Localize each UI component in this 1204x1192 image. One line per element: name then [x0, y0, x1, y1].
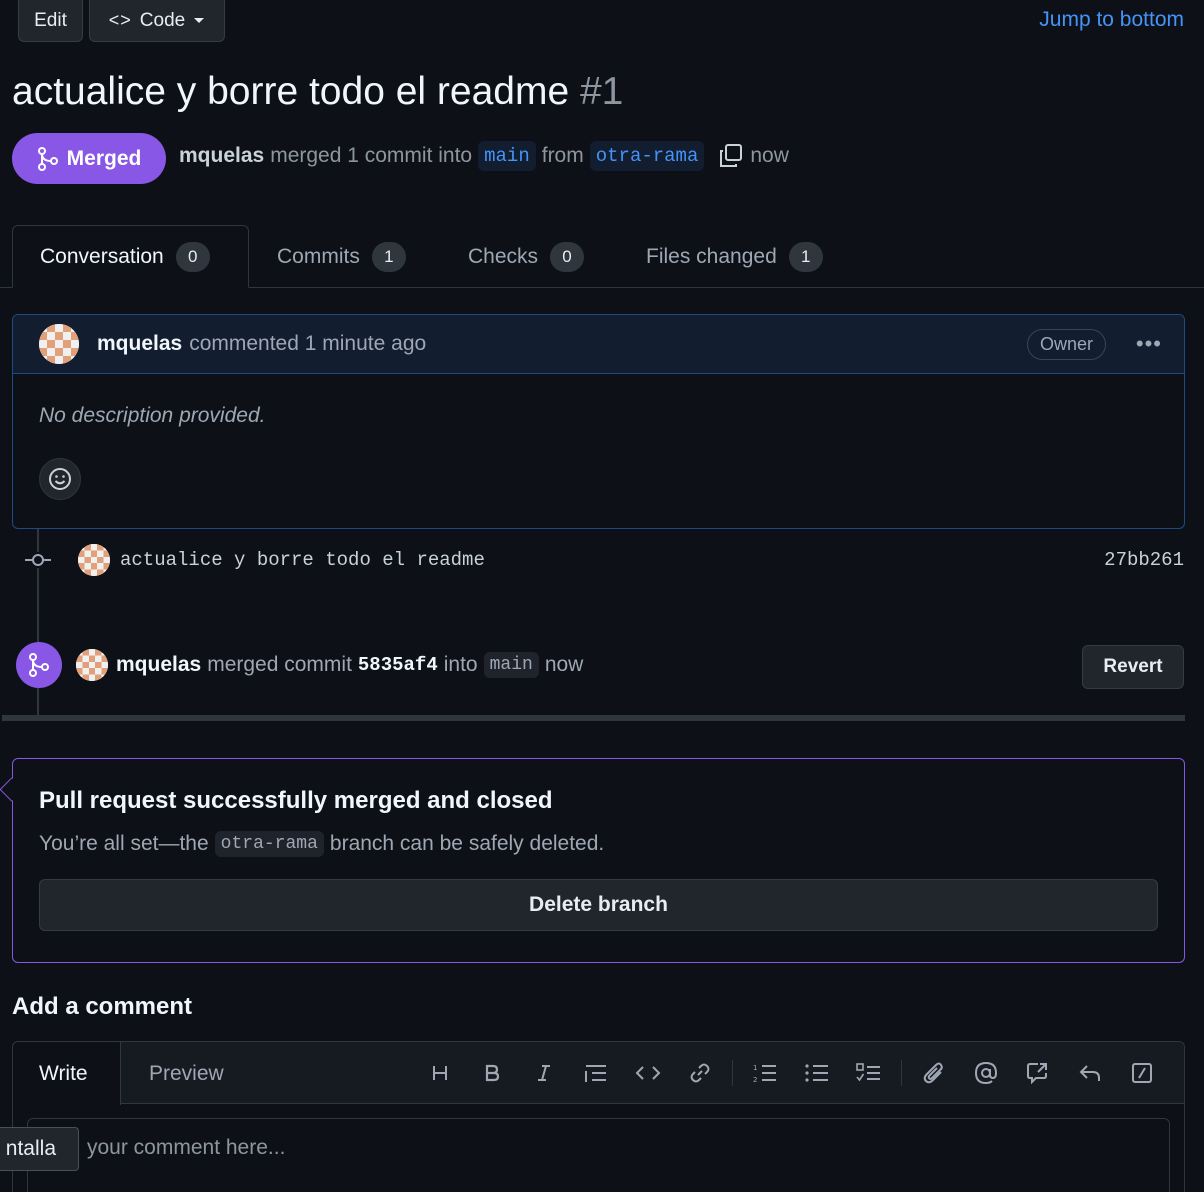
from-text: from	[541, 144, 584, 167]
code-icon[interactable]	[622, 1056, 674, 1090]
merge-event-text: mquelas merged commit 5835af4 into main …	[116, 652, 583, 678]
avatar[interactable]	[76, 649, 108, 681]
git-merge-icon	[37, 146, 58, 171]
mention-icon[interactable]	[960, 1056, 1012, 1090]
copy-icon[interactable]	[718, 143, 744, 169]
delete-branch-button[interactable]: Delete branch	[39, 879, 1158, 931]
pr-number: #1	[579, 70, 624, 113]
comment-timestamp[interactable]: commented 1 minute ago	[189, 332, 426, 356]
merge-meta: mquelas merged 1 commit into main from o…	[179, 141, 789, 171]
merged-state-badge: Merged	[12, 133, 166, 184]
caret-down-icon	[194, 17, 205, 23]
timeline-commit: actualice y borre todo el readme 27bb261	[24, 540, 1184, 580]
tab-commits[interactable]: Commits 1	[250, 225, 433, 288]
timeline-end-divider	[2, 715, 1185, 721]
merged-text: merged 1 commit into	[270, 144, 473, 167]
avatar[interactable]	[78, 544, 110, 576]
tab-files-changed[interactable]: Files changed 1	[619, 225, 850, 288]
attach-icon[interactable]	[908, 1056, 960, 1090]
merged-status-title: Pull request successfully merged and clo…	[39, 787, 553, 814]
pr-description-comment: mquelas commented 1 minute ago Owner •••…	[12, 314, 1185, 529]
tab-checks[interactable]: Checks 0	[441, 225, 611, 288]
deletable-branch-chip: otra-rama	[214, 831, 324, 857]
tab-count: 1	[788, 241, 823, 272]
smiley-icon	[49, 468, 71, 490]
svg-text:2: 2	[753, 1076, 757, 1084]
pr-title-text: actualice y borre todo el readme	[12, 70, 570, 113]
preview-tab-label: Preview	[149, 1061, 224, 1085]
tab-count: 1	[371, 241, 406, 272]
svg-text:1: 1	[753, 1064, 757, 1072]
edit-button[interactable]: Edit	[18, 0, 83, 42]
merge-branch-chip[interactable]: main	[483, 652, 539, 678]
reference-icon[interactable]	[1012, 1056, 1064, 1090]
merge-time: now	[750, 144, 789, 167]
merge-event-text2: into	[443, 653, 478, 676]
commit-sha-link[interactable]: 27bb261	[1104, 549, 1184, 571]
comment-body: No description provided.	[13, 374, 1184, 528]
merge-event-text1: merged commit	[207, 653, 352, 676]
tab-label: Files changed	[646, 244, 777, 268]
toolbar-divider	[732, 1060, 733, 1086]
git-commit-icon	[24, 552, 52, 568]
owner-badge: Owner	[1026, 329, 1106, 360]
merged-status-desc: You’re all set—the otra-rama branch can …	[39, 831, 1158, 857]
comment-editor: Write Preview 12 your comment here...	[12, 1041, 1185, 1192]
merged-desc-before: You’re all set—the	[39, 832, 209, 855]
commit-message-link[interactable]: actualice y borre todo el readme	[120, 549, 485, 571]
base-branch-chip[interactable]: main	[478, 141, 536, 171]
tab-count: 0	[550, 241, 585, 272]
merge-commit-sha-link[interactable]: 5835af4	[358, 654, 438, 676]
pr-title: actualice y borre todo el readme #1	[12, 70, 623, 114]
tooltip: ntalla	[0, 1127, 79, 1171]
tab-label: Checks	[468, 244, 539, 268]
write-tab-label: Write	[39, 1061, 88, 1085]
task-list-icon[interactable]	[843, 1056, 895, 1090]
quote-icon[interactable]	[570, 1056, 622, 1090]
add-comment-heading: Add a comment	[12, 993, 193, 1020]
tab-label: Commits	[277, 244, 360, 268]
unordered-list-icon[interactable]	[791, 1056, 843, 1090]
merge-author-link[interactable]: mquelas	[116, 653, 201, 677]
revert-button[interactable]: Revert	[1082, 645, 1184, 689]
code-icon: <>	[108, 10, 132, 30]
merged-desc-after: branch can be safely deleted.	[329, 832, 605, 855]
timeline-merge-event: mquelas merged commit 5835af4 into main …	[16, 640, 1184, 690]
heading-icon[interactable]	[414, 1056, 466, 1090]
comment-header: mquelas commented 1 minute ago Owner •••	[13, 315, 1184, 374]
tab-preview[interactable]: Preview	[123, 1042, 250, 1105]
head-branch-chip[interactable]: otra-rama	[589, 141, 705, 171]
edit-button-label: Edit	[34, 9, 67, 31]
git-merge-icon	[29, 653, 49, 677]
merged-state-label: Merged	[66, 146, 142, 170]
tab-label: Conversation	[40, 244, 164, 268]
markdown-toolbar: 12	[414, 1056, 1168, 1090]
reply-icon[interactable]	[1064, 1056, 1116, 1090]
code-button-label: Code	[139, 9, 186, 31]
merge-event-time: now	[544, 653, 584, 676]
comment-author-link[interactable]: mquelas	[97, 332, 182, 356]
jump-to-bottom-link[interactable]: Jump to bottom	[1039, 8, 1184, 32]
comment-placeholder: your comment here...	[87, 1136, 286, 1159]
merged-status-box: Pull request successfully merged and clo…	[12, 758, 1185, 963]
pr-author-link[interactable]: mquelas	[179, 144, 264, 168]
toolbar-divider	[901, 1060, 902, 1086]
tab-conversation[interactable]: Conversation 0	[12, 225, 249, 288]
slash-command-icon[interactable]	[1116, 1056, 1168, 1090]
delete-branch-label: Delete branch	[529, 893, 668, 916]
kebab-menu-icon[interactable]: •••	[1136, 331, 1162, 357]
editor-header: Write Preview 12	[13, 1042, 1184, 1105]
revert-label: Revert	[1103, 656, 1163, 677]
comment-text: No description provided.	[39, 404, 266, 427]
link-icon[interactable]	[674, 1056, 726, 1090]
code-button[interactable]: <> Code	[89, 0, 225, 42]
tab-write[interactable]: Write	[13, 1042, 121, 1105]
ordered-list-icon[interactable]: 12	[739, 1056, 791, 1090]
add-reaction-button[interactable]	[39, 458, 81, 500]
bold-icon[interactable]	[466, 1056, 518, 1090]
merge-event-badge	[16, 642, 62, 688]
avatar[interactable]	[39, 324, 79, 364]
tab-count: 0	[175, 241, 210, 272]
italic-icon[interactable]	[518, 1056, 570, 1090]
